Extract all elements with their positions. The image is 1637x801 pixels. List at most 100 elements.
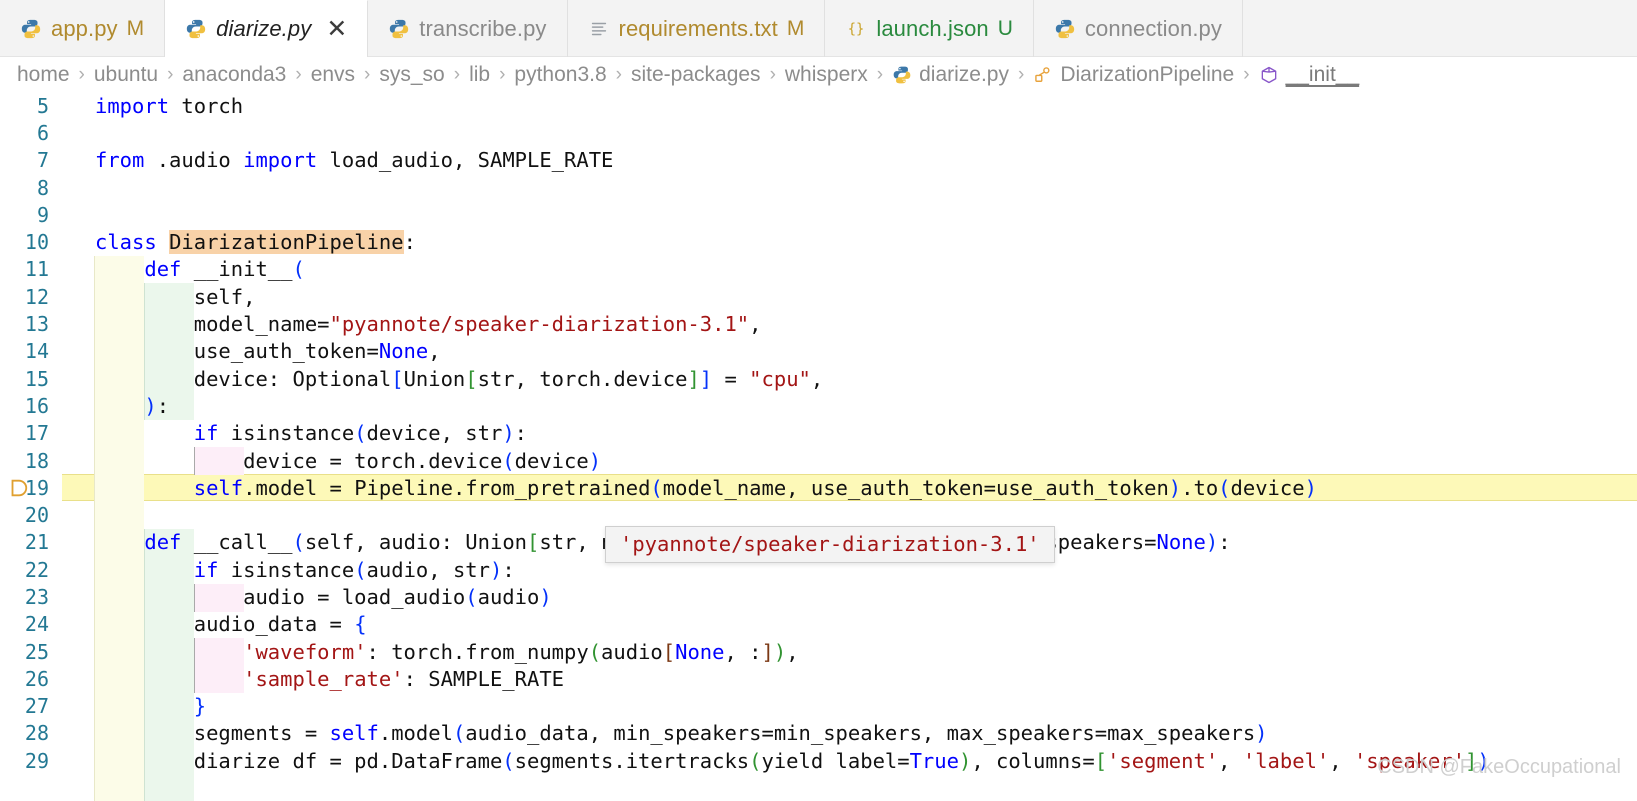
breadcrumb-separator: › xyxy=(876,63,884,85)
code-editor[interactable]: 5 import torch 6 7 from .audio import lo… xyxy=(0,92,1637,801)
editor-tab-bar: app.py M diarize.py ✕ transcribe.py requ… xyxy=(0,0,1637,57)
line-number: 15 xyxy=(24,366,49,391)
line-content: device: Optional[Union[str, torch.device… xyxy=(95,366,824,391)
line-number: 16 xyxy=(24,393,49,418)
breadcrumb-label: lib xyxy=(469,62,491,86)
breadcrumb-item-home[interactable]: home xyxy=(17,63,70,87)
breadcrumb: home › ubuntu › anaconda3 › envs › sys_s… xyxy=(0,57,1637,92)
breadcrumb-separator: › xyxy=(499,63,506,85)
breadcrumb-separator: › xyxy=(295,63,302,85)
breadcrumb-label: python3.8 xyxy=(514,62,607,86)
breadcrumb-item-whisperx[interactable]: whisperx xyxy=(785,63,868,87)
line-number: 29 xyxy=(24,748,49,773)
python-file-icon xyxy=(186,19,206,39)
breadcrumb-separator: › xyxy=(1017,63,1025,85)
line-number: 11 xyxy=(24,257,49,282)
close-icon[interactable]: ✕ xyxy=(326,16,347,42)
line-content: 'sample_rate': SAMPLE_RATE xyxy=(243,666,565,691)
indent-guide-level-1 xyxy=(94,256,144,801)
line-number: 6 xyxy=(36,120,49,145)
breadcrumb-separator: › xyxy=(1243,63,1250,85)
line-number: 8 xyxy=(36,175,49,200)
line-content: use_auth_token=None, xyxy=(95,339,441,364)
line-number: 28 xyxy=(24,721,49,746)
tab-requirements-txt[interactable]: requirements.txt M xyxy=(568,0,826,57)
line-content: def __init__( xyxy=(144,257,305,282)
class-symbol-icon xyxy=(1035,66,1050,82)
breadcrumb-label: __init__ xyxy=(1285,62,1360,86)
line-number: 23 xyxy=(24,584,49,609)
svg-text:{}: {} xyxy=(848,21,865,37)
line-content: } xyxy=(193,694,207,719)
breadcrumb-label: site-packages xyxy=(630,62,761,86)
line-content: model_name="pyannote/speaker-diarization… xyxy=(95,312,762,337)
breadcrumb-separator: › xyxy=(364,63,371,85)
breadcrumb-label: home xyxy=(17,62,70,86)
tab-label: app.py xyxy=(51,15,118,41)
line-number: 24 xyxy=(24,612,49,637)
debug-hover-tooltip: 'pyannote/speaker-diarization-3.1' xyxy=(605,526,1055,563)
line-content: ): xyxy=(144,393,170,418)
breadcrumb-label: DiarizationPipeline xyxy=(1060,62,1235,86)
tab-label: launch.json xyxy=(876,15,989,41)
line-number: 21 xyxy=(24,530,49,555)
line-content: class DiarizationPipeline: xyxy=(95,230,416,255)
tab-label: connection.py xyxy=(1084,15,1222,41)
line-content: self.model = Pipeline.from_pretrained(mo… xyxy=(193,475,1317,500)
breadcrumb-separator: › xyxy=(78,63,85,85)
execution-pointer-icon xyxy=(4,474,32,501)
breadcrumb-label: diarize.py xyxy=(919,62,1009,86)
line-content: if isinstance(device, str): xyxy=(193,421,527,446)
python-file-icon xyxy=(21,19,41,38)
breadcrumb-label: sys_so xyxy=(379,62,445,86)
breadcrumb-label: ubuntu xyxy=(93,62,159,86)
text-file-icon xyxy=(591,22,606,35)
line-number: 22 xyxy=(24,557,49,582)
tab-diarize-py[interactable]: diarize.py ✕ xyxy=(165,0,369,57)
breadcrumb-separator: › xyxy=(615,63,622,85)
line-number: 9 xyxy=(36,202,49,227)
line-number: 20 xyxy=(24,503,49,528)
line-content: self, xyxy=(95,284,256,309)
breadcrumb-item-diarizationpipeline[interactable]: DiarizationPipeline xyxy=(1033,63,1234,87)
breadcrumb-item-lib[interactable]: lib xyxy=(469,63,490,87)
tab-connection-py[interactable]: connection.py xyxy=(1034,0,1243,57)
python-file-icon xyxy=(390,19,409,38)
line-number: 14 xyxy=(24,339,49,364)
line-content: import torch xyxy=(95,93,244,118)
breadcrumb-item-site-packages[interactable]: site-packages xyxy=(631,63,761,87)
python-file-icon xyxy=(893,66,911,83)
python-file-icon xyxy=(1055,19,1075,38)
tab-launch-json[interactable]: {} launch.json U xyxy=(825,0,1034,57)
breadcrumb-item-diarize-py[interactable]: diarize.py xyxy=(892,63,1009,87)
json-file-icon: {} xyxy=(848,21,865,37)
line-number: 5 xyxy=(36,93,49,118)
breadcrumb-item-ubuntu[interactable]: ubuntu xyxy=(94,63,158,87)
breadcrumb-item-init[interactable]: __init__ xyxy=(1259,62,1360,87)
breadcrumb-item-envs[interactable]: envs xyxy=(311,63,355,87)
line-number: 10 xyxy=(24,230,49,255)
breadcrumb-item-python38[interactable]: python3.8 xyxy=(514,63,606,87)
breadcrumb-separator: › xyxy=(167,63,174,85)
highlighted-symbol: DiarizationPipeline xyxy=(169,230,404,255)
line-content: 'waveform': torch.from_numpy(audio[None,… xyxy=(243,639,799,664)
tab-transcribe-py[interactable]: transcribe.py xyxy=(368,0,568,57)
breadcrumb-separator: › xyxy=(453,63,461,85)
watermark: CSDN @FakeOccupational xyxy=(1377,756,1621,778)
tab-modified-badge: M xyxy=(126,16,145,40)
line-number: 17 xyxy=(24,421,49,446)
tab-modified-badge: M xyxy=(786,16,805,40)
breadcrumb-item-anaconda3[interactable]: anaconda3 xyxy=(182,63,286,87)
tab-app-py[interactable]: app.py M xyxy=(0,0,166,57)
line-content: if isinstance(audio, str): xyxy=(193,557,515,582)
line-content: from .audio import load_audio, SAMPLE_RA… xyxy=(95,148,614,173)
breadcrumb-label: whisperx xyxy=(784,62,868,86)
line-content: audio = load_audio(audio) xyxy=(95,584,552,609)
line-number: 18 xyxy=(24,448,49,473)
tab-label: requirements.txt xyxy=(618,15,778,41)
indent-guides xyxy=(62,92,1637,801)
breadcrumb-label: anaconda3 xyxy=(182,62,287,86)
breadcrumb-item-sys-so[interactable]: sys_so xyxy=(379,63,444,87)
line-number: 13 xyxy=(24,312,49,337)
line-number: 27 xyxy=(24,694,49,719)
